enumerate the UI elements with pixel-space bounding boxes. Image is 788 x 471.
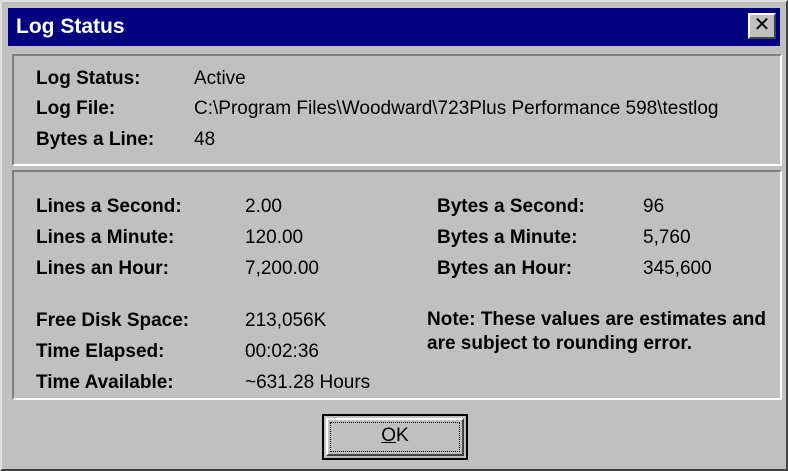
lines-an-hour-value: 7,200.00 (245, 258, 319, 279)
statistics-panel: Lines a Second: 2.00 Lines a Minute: 120… (12, 170, 782, 400)
ok-button-label: OK (324, 425, 466, 447)
lines-a-second-label: Lines a Second: (36, 196, 182, 217)
free-disk-space-label: Free Disk Space: (36, 310, 190, 331)
lines-a-minute-value: 120.00 (245, 227, 304, 248)
log-info-panel: Log Status: Active Log File: C:\Program … (12, 54, 782, 166)
title-bar[interactable]: Log Status ✕ (8, 8, 780, 46)
close-icon: ✕ (753, 14, 771, 36)
bytes-a-second-label: Bytes a Second: (437, 196, 585, 217)
lines-a-second-value: 2.00 (245, 196, 282, 217)
bytes-a-minute-value: 5,760 (643, 227, 691, 248)
lines-a-minute-label: Lines a Minute: (36, 227, 175, 248)
log-status-dialog: Log Status ✕ Log Status: Active Log File… (0, 0, 788, 471)
time-available-label: Time Available: (36, 372, 174, 393)
ok-label-rest: K (396, 425, 409, 446)
bytes-an-hour-label: Bytes an Hour: (437, 258, 573, 279)
log-status-value: Active (194, 68, 246, 89)
bytes-a-minute-label: Bytes a Minute: (437, 227, 578, 248)
time-available-value: ~631.28 Hours (245, 372, 371, 393)
free-disk-space-value: 213,056K (245, 310, 327, 331)
window-title: Log Status (16, 15, 125, 38)
ok-accelerator: O (381, 425, 397, 446)
log-file-label: Log File: (36, 98, 116, 119)
log-status-label: Log Status: (36, 68, 141, 89)
bytes-an-hour-value: 345,600 (643, 258, 712, 279)
close-button[interactable]: ✕ (748, 13, 776, 39)
log-file-value: C:\Program Files\Woodward\723Plus Perfor… (194, 98, 719, 119)
bytes-a-line-label: Bytes a Line: (36, 129, 155, 150)
time-elapsed-value: 00:02:36 (245, 341, 319, 362)
bytes-a-second-value: 96 (643, 196, 665, 217)
time-elapsed-label: Time Elapsed: (36, 341, 165, 362)
ok-button[interactable]: OK (322, 414, 468, 460)
lines-an-hour-label: Lines an Hour: (36, 258, 170, 279)
rounding-note: Note: These values are estimates and are… (427, 309, 766, 354)
bytes-a-line-value: 48 (194, 129, 216, 150)
